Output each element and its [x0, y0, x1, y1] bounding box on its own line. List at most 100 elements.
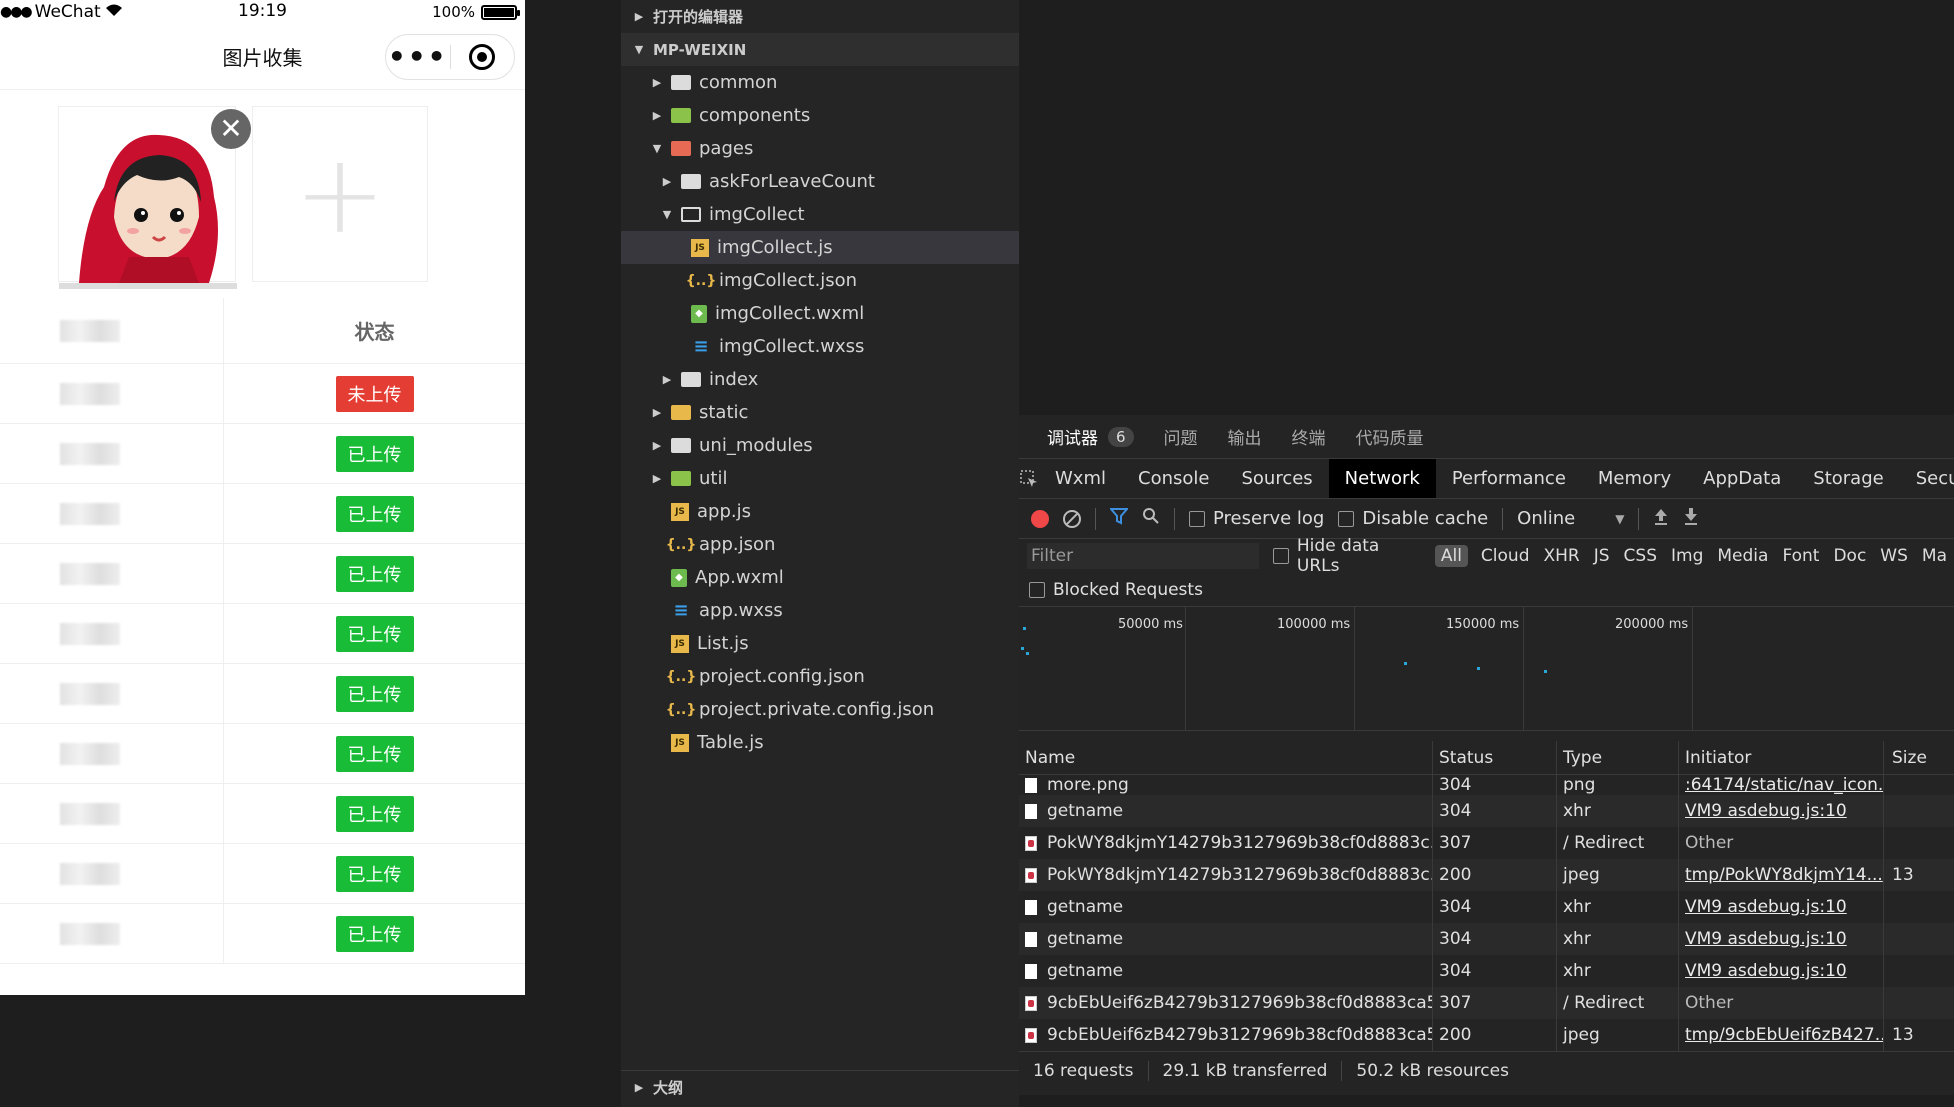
type-filter-media[interactable]: Media	[1710, 546, 1775, 566]
tab-terminal[interactable]: 终端	[1292, 424, 1326, 449]
tree-item[interactable]: ▶ askForLeaveCount	[621, 165, 1019, 198]
hide-data-urls-checkbox[interactable]: Hide data URLs	[1273, 536, 1422, 576]
tree-item[interactable]: ≡ imgCollect.wxss	[621, 330, 1019, 363]
tab-code-quality[interactable]: 代码质量	[1356, 424, 1424, 449]
outline-section[interactable]: ▶ 大纲	[621, 1070, 1019, 1103]
type-filter-cloud[interactable]: Cloud	[1474, 546, 1537, 566]
type-filter-ws[interactable]: WS	[1873, 546, 1915, 566]
column-header-status[interactable]: Status	[1433, 741, 1557, 774]
tab-wxml[interactable]: Wxml	[1039, 459, 1122, 498]
import-har-icon[interactable]	[1653, 507, 1669, 530]
network-timeline-overview[interactable]: 50000 ms 100000 ms 150000 ms 200000 ms	[1019, 607, 1954, 731]
timeline-request-marker	[1477, 667, 1480, 670]
disable-cache-checkbox[interactable]: Disable cache	[1338, 508, 1488, 529]
tab-appdata[interactable]: AppData	[1687, 459, 1797, 498]
clear-button[interactable]	[1063, 509, 1081, 528]
document-file-icon	[1025, 899, 1037, 915]
request-row[interactable]: 9cbEbUeif6zB4279b3127969b38cf0d8883ca5..…	[1019, 987, 1954, 1019]
tree-item[interactable]: JS imgCollect.js	[621, 231, 1019, 264]
close-miniprogram-button[interactable]	[451, 44, 515, 70]
tab-memory[interactable]: Memory	[1582, 459, 1687, 498]
tab-sources[interactable]: Sources	[1225, 459, 1328, 498]
tree-item[interactable]: ▶ uni_modules	[621, 429, 1019, 462]
timeline-tick-label: 50000 ms	[1118, 617, 1183, 632]
initiator-link[interactable]: tmp/9cbEbUeif6zB427...	[1685, 1025, 1883, 1045]
request-row[interactable]: more.png 304 png:64174/static/nav_icon...	[1019, 775, 1954, 795]
request-row[interactable]: PokWY8dkjmY14279b3127969b38cf0d8883c... 3…	[1019, 827, 1954, 859]
request-row[interactable]: PokWY8dkjmY14279b3127969b38cf0d8883c... 2…	[1019, 859, 1954, 891]
column-header-size[interactable]: Size	[1884, 741, 1954, 774]
remove-image-button[interactable]: ✕	[211, 109, 251, 149]
transferred-size: 29.1 kB transferred	[1149, 1060, 1343, 1081]
tree-item[interactable]: {..} project.private.config.json	[621, 693, 1019, 726]
type-filter-css[interactable]: CSS	[1617, 546, 1664, 566]
chevron-right-icon: ▶	[652, 472, 662, 485]
timeline-request-marker	[1404, 662, 1407, 665]
tree-item[interactable]: ▼ pages	[621, 132, 1019, 165]
column-header-initiator[interactable]: Initiator	[1679, 741, 1884, 774]
tree-item[interactable]: ≡ app.wxss	[621, 594, 1019, 627]
type-filter-img[interactable]: Img	[1664, 546, 1710, 566]
upload-status-badge: 已上传	[335, 615, 414, 652]
tab-secu[interactable]: Secu	[1900, 459, 1954, 498]
chevron-right-icon: ▶	[652, 76, 662, 89]
document-file-icon	[1025, 963, 1037, 979]
tree-item[interactable]: ▶ static	[621, 396, 1019, 429]
initiator-link[interactable]: VM9 asdebug.js:10	[1685, 801, 1847, 821]
add-image-button[interactable]: +	[252, 106, 428, 282]
more-menu-button[interactable]: •••	[386, 43, 450, 71]
project-root-section[interactable]: ▼ MP-WEIXIN	[621, 33, 1019, 66]
blocked-requests-checkbox[interactable]: Blocked Requests	[1029, 580, 1203, 600]
initiator-link[interactable]: VM9 asdebug.js:10	[1685, 929, 1847, 949]
inspect-element-icon[interactable]	[1019, 469, 1039, 489]
uploaded-image-thumbnail[interactable]: ✕	[58, 106, 251, 289]
tree-item[interactable]: {..} project.config.json	[621, 660, 1019, 693]
type-filter-font[interactable]: Font	[1775, 546, 1826, 566]
type-filter-js[interactable]: JS	[1587, 546, 1617, 566]
tab-issues[interactable]: 问题	[1164, 424, 1198, 449]
request-row[interactable]: getname 304 xhr VM9 asdebug.js:10	[1019, 955, 1954, 987]
tab-network[interactable]: Network	[1328, 459, 1436, 498]
filter-icon[interactable]	[1108, 507, 1130, 530]
search-icon[interactable]	[1142, 507, 1160, 530]
record-button[interactable]	[1031, 509, 1049, 528]
throttling-select[interactable]: Online ▼	[1517, 508, 1624, 529]
tree-item[interactable]: ▶ util	[621, 462, 1019, 495]
tab-storage[interactable]: Storage	[1797, 459, 1899, 498]
tree-item[interactable]: ◆ App.wxml	[621, 561, 1019, 594]
request-row[interactable]: 9cbEbUeif6zB4279b3127969b38cf0d8883ca5..…	[1019, 1019, 1954, 1051]
type-filter-all[interactable]: All	[1434, 545, 1468, 567]
type-filter-doc[interactable]: Doc	[1826, 546, 1873, 566]
initiator-link[interactable]: tmp/PokWY8dkjmY14...	[1685, 865, 1883, 885]
menu-capsule: •••	[385, 34, 515, 80]
tab-performance[interactable]: Performance	[1436, 459, 1582, 498]
tree-item[interactable]: ◆ imgCollect.wxml	[621, 297, 1019, 330]
initiator-link[interactable]: :64174/static/nav_icon...	[1685, 775, 1883, 795]
upload-status-badge: 已上传	[335, 675, 414, 712]
filter-input[interactable]: Filter	[1027, 543, 1260, 569]
type-filter-ma[interactable]: Ma	[1915, 546, 1954, 566]
tree-item[interactable]: ▶ common	[621, 66, 1019, 99]
tree-item[interactable]: JS Table.js	[621, 726, 1019, 759]
tree-item[interactable]: ▶ components	[621, 99, 1019, 132]
initiator-link[interactable]: VM9 asdebug.js:10	[1685, 897, 1847, 917]
tree-item[interactable]: {..} app.json	[621, 528, 1019, 561]
column-header-type[interactable]: Type	[1557, 741, 1679, 774]
type-filter-xhr[interactable]: XHR	[1536, 546, 1586, 566]
tab-output[interactable]: 输出	[1228, 424, 1262, 449]
initiator-link[interactable]: VM9 asdebug.js:10	[1685, 961, 1847, 981]
tab-debugger[interactable]: 调试器 6	[1047, 424, 1134, 449]
export-har-icon[interactable]	[1683, 507, 1699, 530]
tree-item[interactable]: JS List.js	[621, 627, 1019, 660]
request-row[interactable]: getname 304 xhr VM9 asdebug.js:10	[1019, 891, 1954, 923]
tree-item[interactable]: {..} imgCollect.json	[621, 264, 1019, 297]
tree-item[interactable]: JS app.js	[621, 495, 1019, 528]
open-editors-section[interactable]: ▶ 打开的编辑器	[621, 0, 1019, 33]
preserve-log-checkbox[interactable]: Preserve log	[1189, 508, 1324, 529]
tab-console[interactable]: Console	[1122, 459, 1225, 498]
tree-item[interactable]: ▼ imgCollect	[621, 198, 1019, 231]
request-row[interactable]: getname 304 xhr VM9 asdebug.js:10	[1019, 795, 1954, 827]
tree-item[interactable]: ▶ index	[621, 363, 1019, 396]
column-header-name[interactable]: Name	[1019, 741, 1433, 774]
request-row[interactable]: getname 304 xhr VM9 asdebug.js:10	[1019, 923, 1954, 955]
